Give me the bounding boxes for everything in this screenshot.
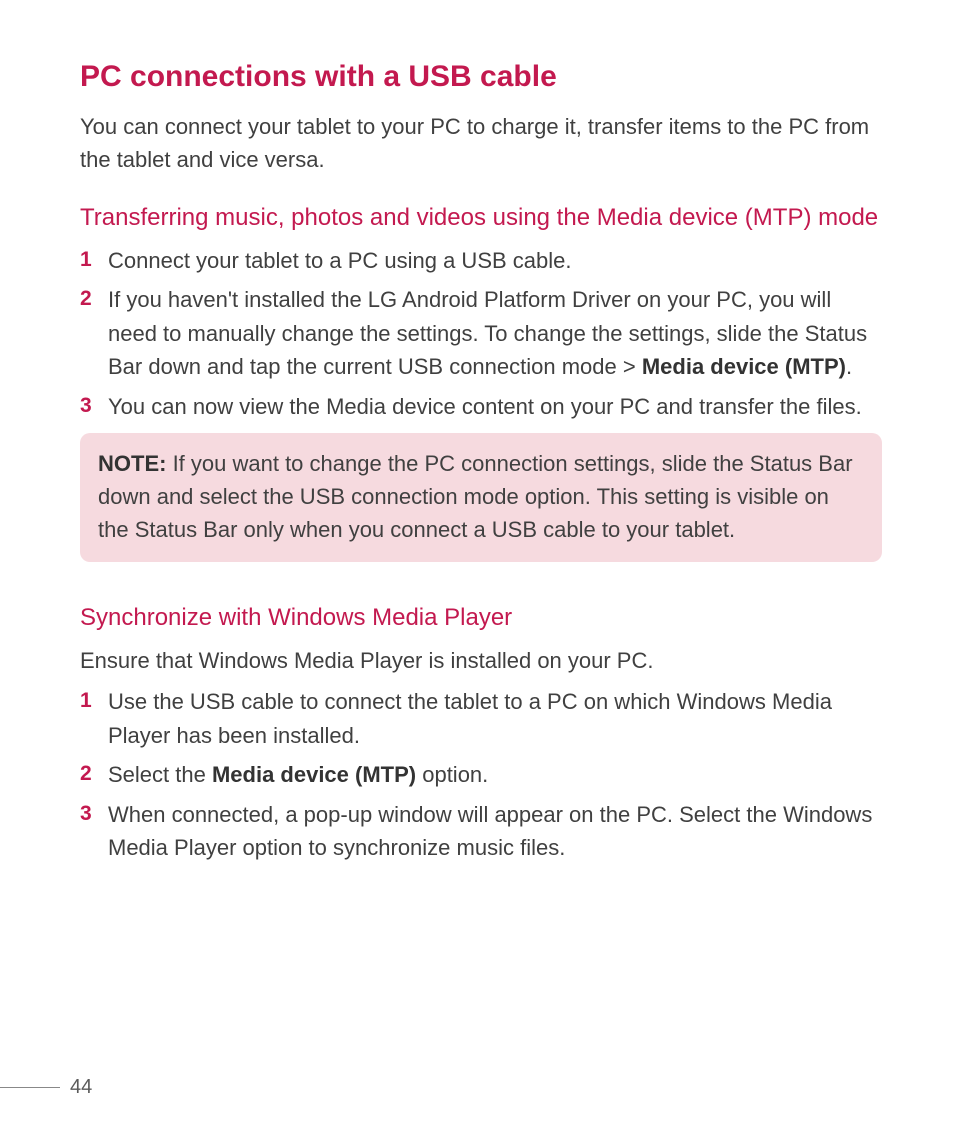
step-text-bold: Media device (MTP)	[212, 762, 416, 787]
step-number: 2	[80, 283, 92, 315]
step-text: You can now view the Media device conten…	[108, 394, 862, 419]
step-number: 3	[80, 798, 92, 830]
manual-page: PC connections with a USB cable You can …	[0, 0, 954, 1145]
section-heading-wmp: Synchronize with Windows Media Player	[80, 602, 882, 634]
section-heading-mtp: Transferring music, photos and videos us…	[80, 202, 882, 234]
step-item: 2 If you haven't installed the LG Androi…	[80, 283, 882, 383]
page-number-rule	[0, 1087, 60, 1088]
steps-list-wmp: 1 Use the USB cable to connect the table…	[80, 685, 882, 864]
step-text-post: .	[846, 354, 852, 379]
intro-paragraph: You can connect your tablet to your PC t…	[80, 110, 882, 176]
step-text: Use the USB cable to connect the tablet …	[108, 689, 832, 747]
step-text-pre: Select the	[108, 762, 212, 787]
step-item: 1 Connect your tablet to a PC using a US…	[80, 244, 882, 277]
step-text-bold: Media device (MTP)	[642, 354, 846, 379]
page-number-wrap: 44	[0, 1076, 92, 1099]
step-item: 3 You can now view the Media device cont…	[80, 390, 882, 423]
step-text-post: option.	[416, 762, 488, 787]
step-item: 3 When connected, a pop-up window will a…	[80, 798, 882, 865]
section-wmp: Synchronize with Windows Media Player En…	[80, 602, 882, 865]
steps-list-mtp: 1 Connect your tablet to a PC using a US…	[80, 244, 882, 423]
step-number: 1	[80, 685, 92, 717]
section-intro-wmp: Ensure that Windows Media Player is inst…	[80, 644, 882, 677]
page-title: PC connections with a USB cable	[80, 58, 882, 96]
note-box: NOTE: If you want to change the PC conne…	[80, 433, 882, 562]
step-number: 2	[80, 758, 92, 790]
page-number: 44	[70, 1076, 92, 1099]
step-number: 1	[80, 244, 92, 276]
step-item: 1 Use the USB cable to connect the table…	[80, 685, 882, 752]
note-label: NOTE:	[98, 451, 166, 476]
step-number: 3	[80, 390, 92, 422]
note-text: If you want to change the PC connection …	[98, 451, 853, 542]
step-item: 2 Select the Media device (MTP) option.	[80, 758, 882, 791]
step-text: When connected, a pop-up window will app…	[108, 802, 872, 860]
step-text: Connect your tablet to a PC using a USB …	[108, 248, 571, 273]
